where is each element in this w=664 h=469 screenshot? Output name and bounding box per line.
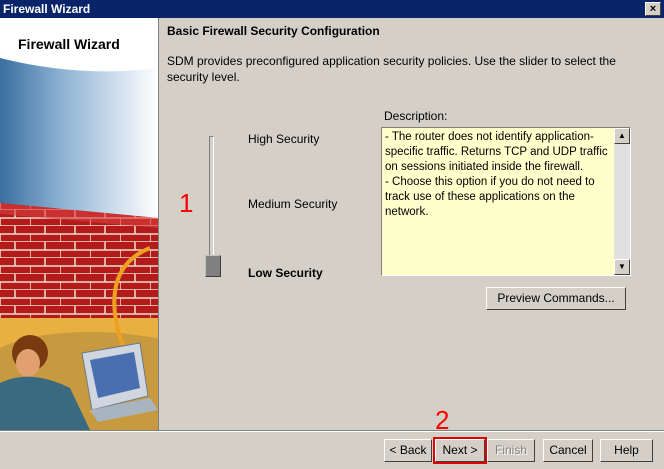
finish-button: Finish [487, 439, 535, 462]
firewall-illustration [0, 18, 158, 430]
security-slider-thumb[interactable] [205, 255, 221, 277]
next-highlight-box [433, 437, 487, 464]
description-textarea[interactable]: - The router does not identify applicati… [381, 127, 631, 276]
scroll-up-icon[interactable]: ▲ [614, 128, 630, 144]
description-label: Description: [384, 109, 448, 123]
wizard-illustration-panel: Firewall Wizard [0, 18, 159, 430]
close-button[interactable]: × [645, 2, 661, 16]
help-button[interactable]: Help [600, 439, 653, 462]
preview-commands-button[interactable]: Preview Commands... [486, 287, 626, 310]
title-bar: Firewall Wizard × [0, 0, 664, 18]
left-panel-title: Firewall Wizard [18, 36, 120, 52]
intro-text: SDM provides preconfigured application s… [167, 54, 616, 84]
scroll-down-icon[interactable]: ▼ [614, 259, 630, 275]
description-scrollbar[interactable]: ▲ ▼ [614, 128, 630, 275]
bottom-separator [0, 430, 664, 432]
annotation-2: 2 [435, 405, 450, 435]
window-title: Firewall Wizard [3, 2, 91, 16]
annotation-1: 1 [179, 188, 194, 218]
level-high-label: High Security [248, 132, 320, 146]
cancel-button[interactable]: Cancel [543, 439, 593, 462]
description-text: - The router does not identify applicati… [385, 131, 608, 218]
level-medium-label: Medium Security [248, 197, 338, 211]
back-button[interactable]: < Back [384, 439, 432, 462]
level-low-label: Low Security [248, 266, 323, 280]
page-title: Basic Firewall Security Configuration [167, 24, 380, 38]
